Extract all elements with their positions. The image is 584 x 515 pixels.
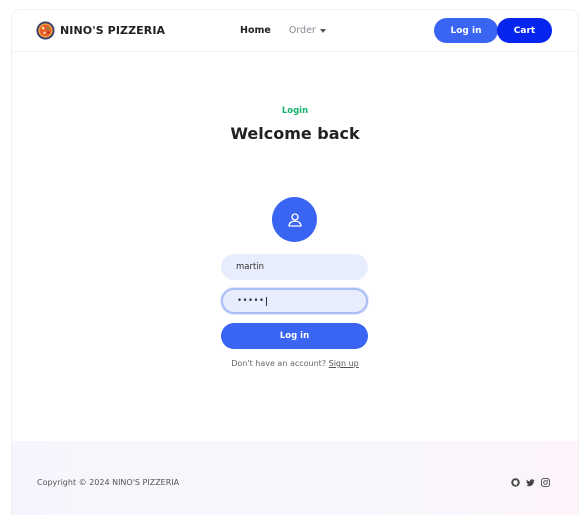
social-links [511, 478, 550, 487]
username-input[interactable]: martin [221, 254, 368, 280]
signup-link[interactable]: Sign up [329, 359, 359, 368]
nav-login-button[interactable]: Log in [434, 18, 498, 43]
nav-home-link[interactable]: Home [240, 25, 271, 36]
twitter-icon[interactable] [526, 478, 535, 487]
avatar [272, 197, 317, 242]
nav-cart-button[interactable]: Cart [497, 18, 552, 43]
brand-name: NINO'S PIZZERIA [60, 24, 166, 37]
signup-prompt-text: Don't have an account? [231, 359, 327, 368]
page-frame: NINO'S PIZZERIA Home Order Log in Cart L… [12, 10, 578, 515]
login-eyebrow: Login [281, 106, 309, 116]
nav-links: Home Order [240, 25, 326, 36]
navbar: NINO'S PIZZERIA Home Order Log in Cart [12, 10, 578, 52]
password-value: ••••• [237, 296, 265, 306]
footer: Copyright © 2024 NINO'S PIZZERIA [12, 441, 578, 515]
signup-prompt: Don't have an account? Sign up [12, 359, 578, 368]
instagram-icon[interactable] [541, 478, 550, 487]
caret-down-icon [319, 29, 326, 33]
nav-order-label: Order [288, 25, 316, 36]
page-title: Welcome back [230, 124, 360, 143]
login-submit-button[interactable]: Log in [221, 323, 368, 349]
pizza-logo-icon [36, 21, 55, 40]
copyright-text: Copyright © 2024 NINO'S PIZZERIA [37, 478, 180, 487]
nav-order-dropdown[interactable]: Order [289, 25, 326, 36]
username-value: martin [236, 262, 265, 272]
password-input[interactable]: ••••• [221, 288, 368, 314]
github-icon[interactable] [511, 478, 520, 487]
text-cursor [265, 296, 267, 306]
brand-link[interactable]: NINO'S PIZZERIA [36, 21, 165, 40]
user-icon [287, 212, 302, 227]
